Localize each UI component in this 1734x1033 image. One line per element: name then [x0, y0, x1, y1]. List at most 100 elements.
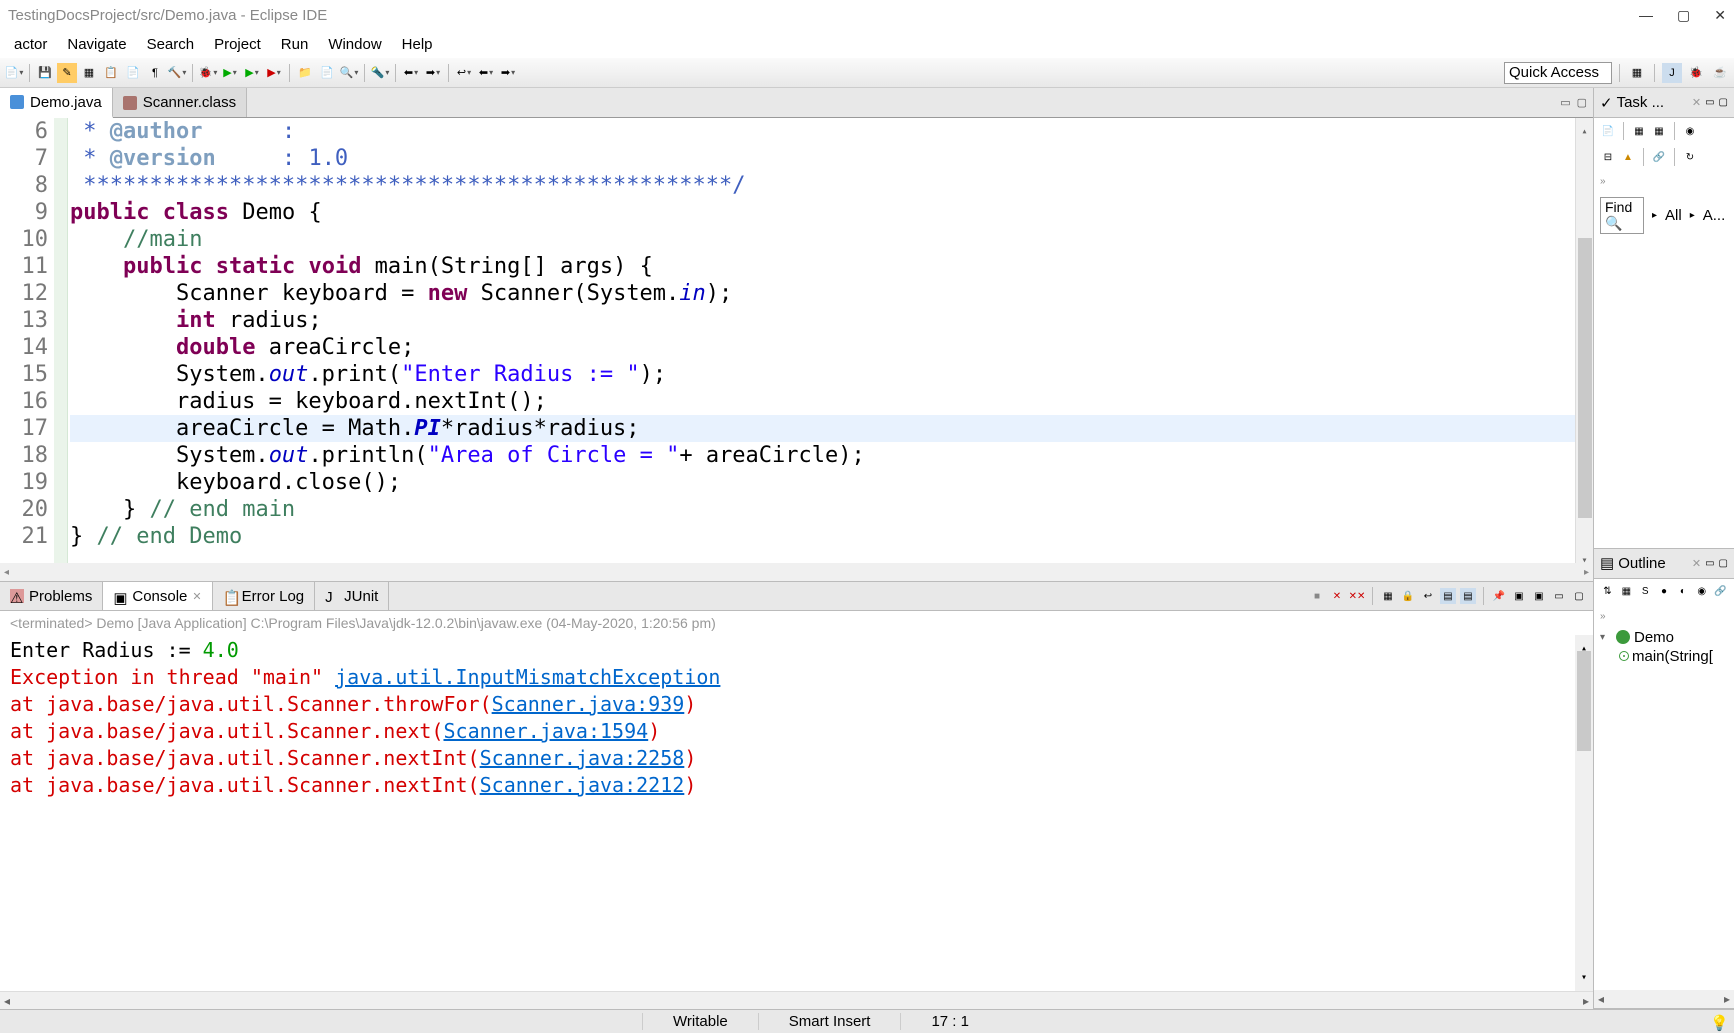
menu-search[interactable]: Search: [137, 34, 205, 55]
filter-icon[interactable]: ▲: [1620, 149, 1636, 165]
run-button[interactable]: ▶: [220, 63, 240, 83]
scroll-thumb[interactable]: [1577, 651, 1591, 751]
outline-class-row[interactable]: ▾ Demo: [1600, 628, 1728, 647]
fold-bar[interactable]: [54, 118, 68, 563]
scroll-left-icon[interactable]: ◂: [1598, 992, 1604, 1006]
scroll-down-icon[interactable]: ▾: [1581, 964, 1587, 991]
show-on-stdout-icon[interactable]: ▤: [1440, 588, 1456, 604]
schedule-icon[interactable]: ▦: [1651, 123, 1667, 139]
debug-button[interactable]: 🐞: [198, 63, 218, 83]
team-perspective-icon[interactable]: ☕: [1710, 63, 1730, 83]
hide-nonpublic-icon[interactable]: ●: [1657, 584, 1672, 600]
menu-help[interactable]: Help: [392, 34, 443, 55]
back-button[interactable]: ⬅: [476, 63, 496, 83]
link-icon[interactable]: 🔗: [1713, 584, 1728, 600]
coverage-button[interactable]: ▶: [242, 63, 262, 83]
scroll-left-icon[interactable]: ◂: [4, 994, 10, 1008]
minimize-view-icon[interactable]: ▭: [1705, 558, 1714, 569]
code-editor[interactable]: 6789101112131415161718192021 * @author :…: [0, 118, 1593, 563]
display-console-icon[interactable]: ▣: [1511, 588, 1527, 604]
quick-access-input[interactable]: [1504, 62, 1612, 84]
open-console-icon[interactable]: ▣: [1531, 588, 1547, 604]
minimize-view-icon[interactable]: ▭: [1705, 97, 1714, 108]
tab-junit[interactable]: J JUnit: [315, 582, 389, 610]
close-icon[interactable]: ✕: [1692, 96, 1701, 109]
new-package-icon[interactable]: 📁: [295, 63, 315, 83]
maximize-view-icon[interactable]: ▢: [1719, 97, 1728, 108]
scroll-right-icon[interactable]: ▸: [1724, 992, 1730, 1006]
categorize-icon[interactable]: ▦: [1631, 123, 1647, 139]
new-button[interactable]: 📄: [4, 63, 24, 83]
maximize-view-icon[interactable]: ▢: [1719, 558, 1728, 569]
minimize-view-icon[interactable]: ▭: [1560, 96, 1570, 109]
remove-launch-icon[interactable]: ✕: [1329, 588, 1345, 604]
sort-icon[interactable]: ⇅: [1600, 584, 1615, 600]
annotation-next-button[interactable]: ➡: [423, 63, 443, 83]
save-button[interactable]: 💾: [35, 63, 55, 83]
outline-method-row[interactable]: main(String[: [1600, 647, 1728, 666]
sync-icon[interactable]: ↻: [1682, 149, 1698, 165]
chevron-down-icon[interactable]: ▾: [1600, 632, 1612, 643]
tab-problems[interactable]: ⚠ Problems: [0, 582, 103, 610]
show-on-stderr-icon[interactable]: ▤: [1460, 588, 1476, 604]
editor-hscroll[interactable]: ◂ ▸: [0, 563, 1593, 581]
chevron-right-icon[interactable]: ▸: [1690, 210, 1695, 221]
filter-all[interactable]: All: [1665, 207, 1682, 224]
menu-navigate[interactable]: Navigate: [57, 34, 136, 55]
hide-static-icon[interactable]: S: [1638, 584, 1653, 600]
close-icon[interactable]: ✕: [192, 590, 201, 603]
pin-icon[interactable]: ¶: [145, 63, 165, 83]
scroll-lock-icon[interactable]: 🔒: [1400, 588, 1416, 604]
filter-a[interactable]: A...: [1703, 207, 1726, 224]
pin-console-icon[interactable]: 📌: [1491, 588, 1507, 604]
show-whitespace-icon[interactable]: 📋: [101, 63, 121, 83]
menu-window[interactable]: Window: [318, 34, 391, 55]
menu-project[interactable]: Project: [204, 34, 271, 55]
outline-tree[interactable]: ▾ Demo main(String[: [1594, 624, 1734, 991]
scroll-down-icon[interactable]: ▾: [1581, 547, 1587, 563]
focus-icon[interactable]: ◉: [1682, 123, 1698, 139]
maximize-button[interactable]: ▢: [1677, 7, 1690, 24]
editor-vscroll[interactable]: ▴ ▾: [1575, 118, 1593, 563]
scroll-right-icon[interactable]: ▸: [1583, 994, 1589, 1008]
scroll-right-icon[interactable]: ▸: [1584, 567, 1589, 578]
java-perspective-icon[interactable]: J: [1662, 63, 1682, 83]
scroll-up-icon[interactable]: ▴: [1581, 118, 1587, 134]
collapse-all-icon[interactable]: ⊟: [1600, 149, 1616, 165]
outline-hscroll[interactable]: ◂ ▸: [1594, 990, 1734, 1008]
code-area[interactable]: * @author : * @version : 1.0 ***********…: [68, 118, 1575, 563]
close-button[interactable]: ✕: [1714, 7, 1726, 24]
tab-console[interactable]: ▣ Console ✕: [103, 582, 212, 610]
chevron-down-icon[interactable]: »: [1600, 611, 1606, 622]
new-task-icon[interactable]: 📄: [1600, 123, 1616, 139]
menu-run[interactable]: Run: [271, 34, 319, 55]
tab-errorlog[interactable]: 📋 Error Log: [213, 582, 316, 610]
console-output[interactable]: Enter Radius := 4.0Exception in thread "…: [0, 635, 1593, 991]
tab-scanner-class[interactable]: Scanner.class: [113, 88, 247, 117]
open-type-button[interactable]: 🔍: [339, 63, 359, 83]
word-wrap-icon[interactable]: ↩: [1420, 588, 1436, 604]
console-hscroll[interactable]: ◂ ▸: [0, 991, 1593, 1009]
console-vscroll[interactable]: ▴ ▾: [1575, 635, 1593, 991]
debug-perspective-icon[interactable]: 🐞: [1686, 63, 1706, 83]
maximize-view-icon[interactable]: ▢: [1571, 588, 1587, 604]
maximize-view-icon[interactable]: ▢: [1577, 96, 1587, 109]
ext-tools-button[interactable]: ▶: [264, 63, 284, 83]
toggle-mark-icon[interactable]: ✎: [57, 63, 77, 83]
chevron-down-icon[interactable]: »: [1600, 176, 1606, 187]
close-icon[interactable]: ✕: [1692, 557, 1701, 570]
open-perspective-icon[interactable]: ▦: [1627, 63, 1647, 83]
menu-refactor[interactable]: actor: [4, 34, 57, 55]
hide-local-icon[interactable]: ◐: [1675, 584, 1690, 600]
new-class-icon[interactable]: 📄: [317, 63, 337, 83]
minimize-button[interactable]: —: [1639, 7, 1653, 24]
paste-icon[interactable]: 📄: [123, 63, 143, 83]
find-input[interactable]: Find🔍: [1600, 197, 1644, 234]
terminate-icon[interactable]: ■: [1309, 588, 1325, 604]
block-select-icon[interactable]: ▦: [79, 63, 99, 83]
minimize-view-icon[interactable]: ▭: [1551, 588, 1567, 604]
link-icon[interactable]: 🔗: [1651, 149, 1667, 165]
tip-icon[interactable]: 💡: [1710, 1014, 1726, 1030]
annotation-prev-button[interactable]: ⬅: [401, 63, 421, 83]
hide-fields-icon[interactable]: ▦: [1619, 584, 1634, 600]
